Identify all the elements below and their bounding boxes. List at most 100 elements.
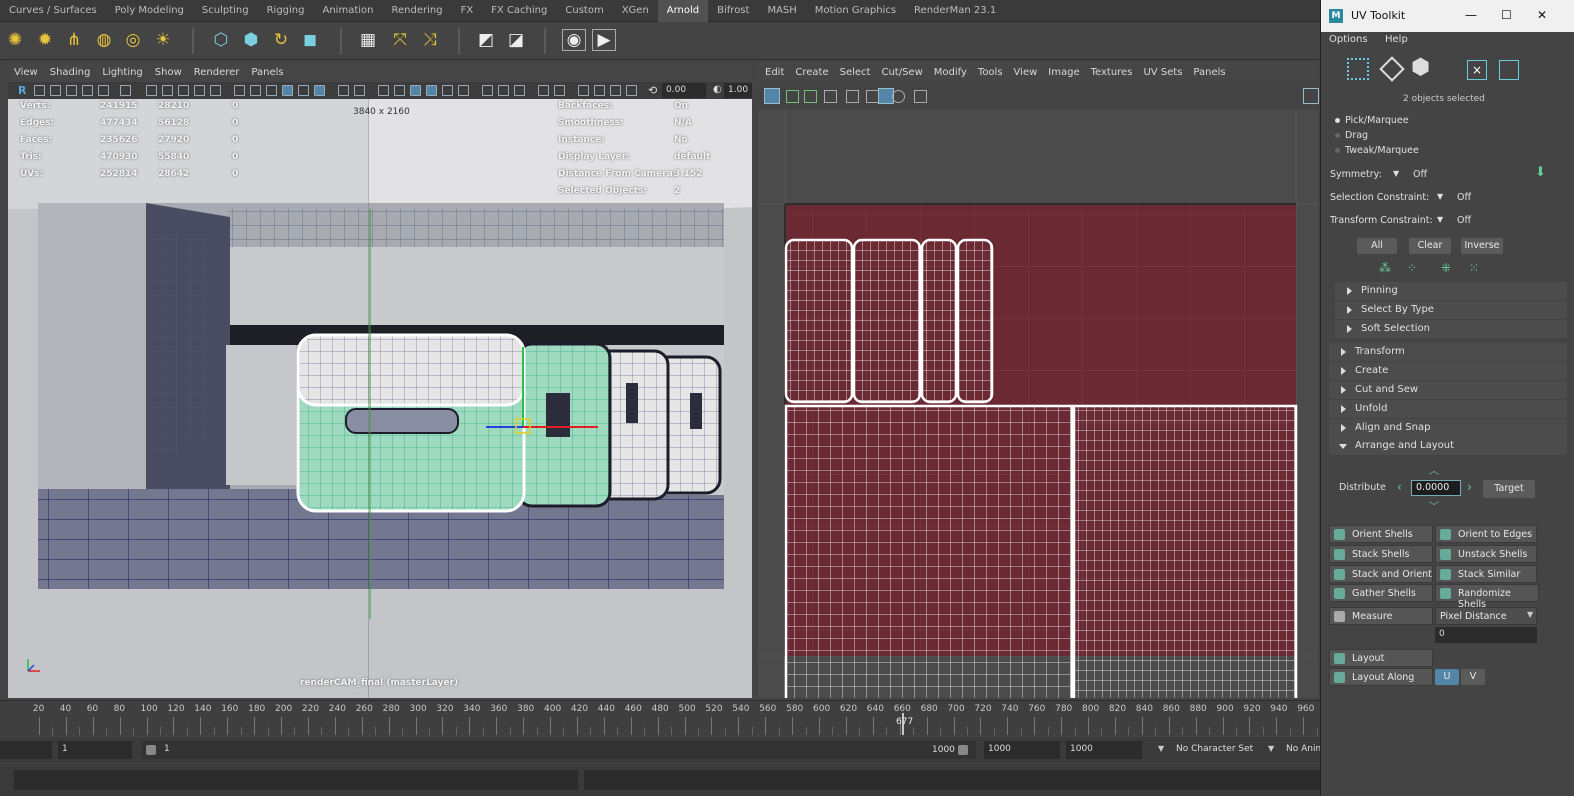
grease-pencil-icon[interactable] [98,85,109,96]
light-manager-icon[interactable]: ⤧ [389,29,411,51]
pick-marquee-radio[interactable] [1335,118,1340,123]
backface-cull-icon[interactable] [458,85,469,96]
uv-menu-modify[interactable]: Modify [934,67,967,78]
shelf-tab-motion-graphics[interactable]: Motion Graphics [806,0,905,22]
unstack-shells-button[interactable]: Unstack Shells [1435,545,1537,563]
shelf-tab-fx[interactable]: FX [452,0,483,22]
uv-editor[interactable]: Edit Create Select Cut/Sew Modify Tools View Im… [758,62,1319,698]
gamma-reset-icon[interactable]: ◐ [713,84,722,95]
uv-shell-mode-icon[interactable]: ⬢ [1411,56,1435,80]
layout-along-u-toggle[interactable]: U [1435,669,1459,685]
playback-end-field[interactable]: 1000 [984,741,1060,759]
randomize-shells-button[interactable]: Randomize Shells [1435,584,1539,610]
shelf-tab-arnold[interactable]: Arnold [657,0,709,22]
uv-editor-image-icon[interactable] [1303,88,1319,104]
section-soft-selection[interactable]: Soft Selection [1335,320,1567,338]
film-gate-icon[interactable] [162,85,173,96]
motion-blur-icon[interactable] [354,85,365,96]
uv-menu-tools[interactable]: Tools [978,67,1003,78]
exposure-field[interactable]: 0.00 [662,83,706,98]
toolkit-menu-options[interactable]: Options [1329,34,1368,45]
playback-start-field[interactable]: 1 [58,741,132,759]
panel-layout-icon[interactable] [594,85,605,96]
snapshot-icon[interactable] [120,85,131,96]
selection-constraint-value[interactable]: Off [1457,192,1471,203]
viewport-menu-show[interactable]: Show [155,67,182,78]
area-light-icon[interactable]: ⋔ [63,29,85,51]
shelf-tab-renderman-23-1[interactable]: RenderMan 23.1 [905,0,1005,22]
shelf-tab-rigging[interactable]: Rigging [258,0,314,22]
uv-borders-icon[interactable] [824,90,837,103]
image-display-icon[interactable] [914,90,927,103]
shaded-uv-icon[interactable] [786,90,799,103]
layout-along-button[interactable]: Layout Along [1329,668,1433,686]
uv-editor-options-icon[interactable] [764,88,780,104]
2d-pan-icon[interactable] [82,85,93,96]
command-input[interactable] [14,770,578,790]
select-shell-icon[interactable]: ⁙ [1469,261,1479,275]
camera-attr-icon[interactable] [34,85,45,96]
uv-menu-image[interactable]: Image [1048,67,1079,78]
maximize-icon[interactable]: ☐ [1501,8,1512,22]
layout-button[interactable]: Layout [1329,649,1433,667]
close-icon[interactable]: ✕ [1537,8,1547,22]
render-view-icon[interactable]: ◩ [475,29,497,51]
gather-shells-button[interactable]: Gather Shells [1329,584,1433,602]
distribute-down-icon[interactable]: ﹀ [1429,498,1439,513]
viewport-menu-renderer[interactable]: Renderer [194,67,240,78]
camera-select-icon[interactable]: R [18,84,26,97]
uv-menu-view[interactable]: View [1014,67,1038,78]
shelf-tab-sculpting[interactable]: Sculpting [193,0,258,22]
xray-joints-icon[interactable] [442,85,453,96]
transform-constraint-dropdown-icon[interactable]: ▼ [1437,215,1443,224]
flush-cache-icon[interactable]: ▦ [357,29,379,51]
select-all-button[interactable]: All [1357,238,1397,254]
distribute-right-icon[interactable]: › [1467,480,1472,494]
uv-menu-cut-sew[interactable]: Cut/Sew [881,67,922,78]
section-select-by-type[interactable]: Select By Type [1335,301,1567,319]
uv-menu-edit[interactable]: Edit [765,67,784,78]
measure-button[interactable]: Measure [1329,607,1433,625]
tweak-marquee-radio[interactable] [1335,148,1340,153]
ipr-eye-icon[interactable]: ◉ [562,29,586,51]
select-inverse-button[interactable]: Inverse [1461,238,1503,254]
stack-similar-button[interactable]: Stack Similar [1435,565,1537,583]
character-set-field[interactable]: No Character Set [1172,741,1264,759]
shelf-tab-poly-modeling[interactable]: Poly Modeling [106,0,193,22]
xray-icon[interactable] [426,85,437,96]
uv-menu-textures[interactable]: Textures [1091,67,1133,78]
start-time-field[interactable] [0,741,52,759]
viewport-scene[interactable]: 3840 x 2160 Verts: 241915 28210 0 Edges: 4774… [8,99,752,698]
uv-menu-create[interactable]: Create [795,67,828,78]
section-transform[interactable]: Transform [1329,343,1567,361]
section-cut-and-sew[interactable]: Cut and Sew [1329,381,1567,399]
distribute-target-button[interactable]: Target [1483,480,1535,498]
measure-mode-dropdown[interactable]: Pixel Distance [1435,607,1537,625]
image-plane-icon[interactable] [66,85,77,96]
drag-radio[interactable] [1335,133,1340,138]
shelf-tab-xgen[interactable]: XGen [613,0,658,22]
symmetry-toggle-icon[interactable]: ⬇ [1535,166,1549,180]
camera-pan-icon[interactable] [554,85,565,96]
frame-selected-icon[interactable] [626,85,637,96]
render-settings-icon[interactable]: ◪ [505,29,527,51]
skydome-light-icon[interactable]: ✹ [34,29,56,51]
shelf-tab-fx-caching[interactable]: FX Caching [482,0,556,22]
exposure-reset-icon[interactable]: ⟲ [648,84,657,97]
uv-menu-panels[interactable]: Panels [1193,67,1225,78]
field-chart-icon[interactable] [210,85,221,96]
shrink-selection-icon[interactable]: ⁘ [1407,261,1417,275]
color-management-icon[interactable] [514,85,525,96]
section-arrange-and-layout[interactable]: Arrange and Layout [1329,437,1567,455]
anti-aliasing-icon[interactable] [378,85,389,96]
volume-icon[interactable]: ◼ [299,29,321,51]
stack-shells-button[interactable]: Stack Shells [1329,545,1433,563]
viewport-menu-panels[interactable]: Panels [251,67,283,78]
section-unfold[interactable]: Unfold [1329,400,1567,418]
grow-selection-icon[interactable]: ⁂ [1379,261,1391,275]
section-align-and-snap[interactable]: Align and Snap [1329,419,1567,437]
hud-icon[interactable] [538,85,549,96]
range-slider[interactable]: 1 [142,741,976,759]
section-pinning[interactable]: Pinning [1335,282,1567,300]
distribute-value-input[interactable]: 0.0000 [1411,480,1461,496]
